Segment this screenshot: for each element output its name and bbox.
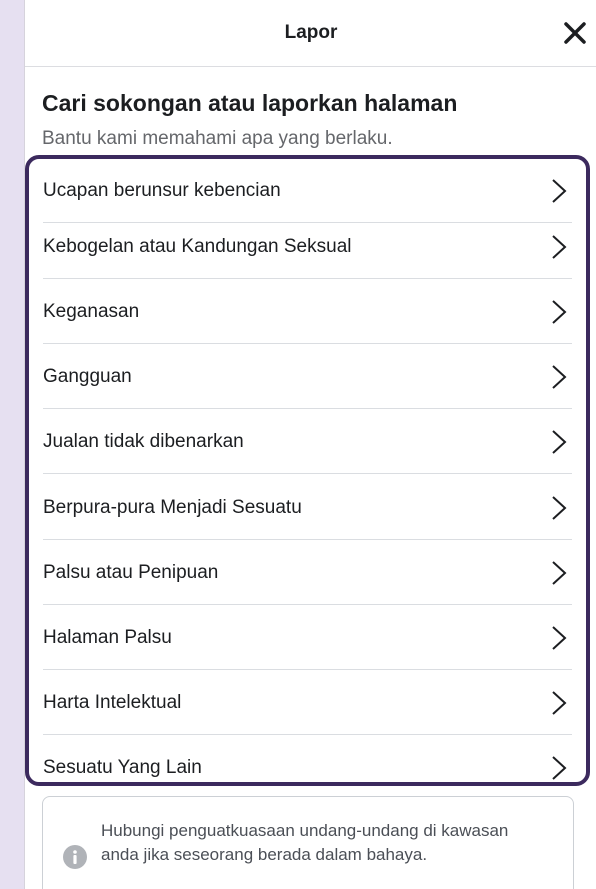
info-notice: Hubungi penguatkuasaan undang-undang di …: [42, 796, 574, 889]
page-heading: Cari sokongan atau laporkan halaman: [42, 90, 458, 116]
option-label: Jualan tidak dibenarkan: [43, 430, 244, 452]
chevron-right-icon: [552, 178, 567, 203]
chevron-right-icon: [552, 625, 567, 650]
close-button[interactable]: [559, 17, 591, 49]
option-label: Palsu atau Penipuan: [43, 561, 219, 583]
option-label: Gangguan: [43, 365, 132, 387]
option-hate-speech[interactable]: Ucapan berunsur kebencian: [43, 159, 572, 223]
info-text: Hubungi penguatkuasaan undang-undang di …: [101, 821, 509, 864]
chevron-right-icon: [552, 560, 567, 585]
option-label: Ucapan berunsur kebencian: [43, 179, 281, 201]
option-label: Halaman Palsu: [43, 626, 172, 648]
chevron-right-icon: [552, 495, 567, 520]
chevron-right-icon: [552, 756, 567, 780]
option-label: Keganasan: [43, 300, 140, 322]
option-label: Harta Intelektual: [43, 691, 182, 713]
option-violence[interactable]: Keganasan: [43, 280, 572, 344]
option-nudity[interactable]: Kebogelan atau Kandungan Seksual: [43, 215, 572, 279]
info-icon: [63, 845, 87, 869]
option-fraud[interactable]: Palsu atau Penipuan: [43, 541, 572, 605]
option-fake-page[interactable]: Halaman Palsu: [43, 606, 572, 670]
report-dialog: Lapor Cari sokongan atau laporkan halama…: [24, 0, 596, 889]
chevron-right-icon: [552, 299, 567, 324]
chevron-right-icon: [552, 429, 567, 454]
chevron-right-icon: [552, 234, 567, 259]
option-pretending[interactable]: Berpura-pura Menjadi Sesuatu: [43, 476, 572, 540]
chevron-right-icon: [552, 364, 567, 389]
option-label: Kebogelan atau Kandungan Seksual: [43, 235, 352, 257]
option-unauthorized-sales[interactable]: Jualan tidak dibenarkan: [43, 410, 572, 474]
option-intellectual-property[interactable]: Harta Intelektual: [43, 671, 572, 735]
page-subheading: Bantu kami memahami apa yang berlaku.: [42, 128, 393, 149]
option-something-else[interactable]: Sesuatu Yang Lain: [43, 736, 572, 782]
option-label: Sesuatu Yang Lain: [43, 757, 202, 778]
close-icon: [564, 22, 586, 44]
info-glyph: [73, 850, 77, 864]
dialog-title: Lapor: [284, 22, 338, 43]
chevron-right-icon: [552, 690, 567, 715]
report-options-list: Ucapan berunsur kebencian Kebogelan atau…: [25, 155, 590, 786]
option-harassment[interactable]: Gangguan: [43, 345, 572, 409]
dialog-header: Lapor: [25, 0, 596, 67]
option-label: Berpura-pura Menjadi Sesuatu: [43, 496, 302, 518]
